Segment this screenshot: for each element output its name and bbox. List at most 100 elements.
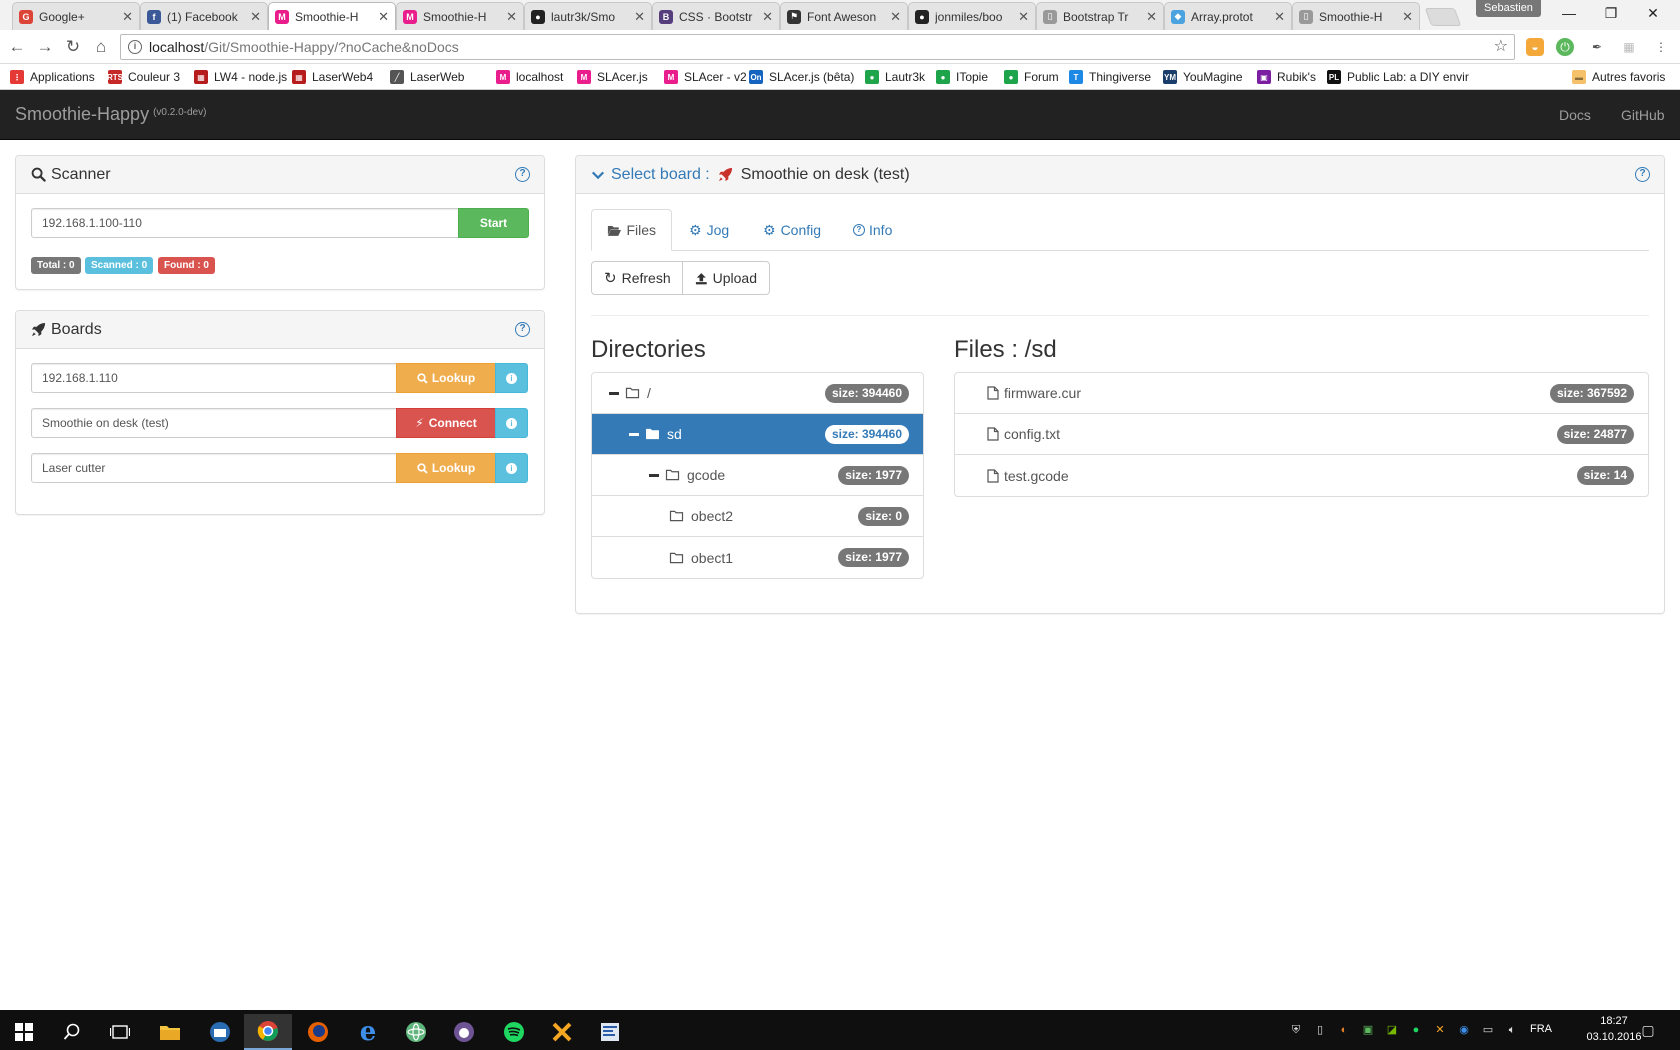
app-github-desktop-icon[interactable] [440,1014,488,1050]
bookmark-item[interactable]: ● ITopie [936,68,988,86]
close-tab-icon[interactable]: ✕ [1018,9,1029,25]
browser-tab[interactable]: B CSS · Bootstr ✕ [652,2,780,30]
browser-tab[interactable]: f (1) Facebook ✕ [140,2,268,30]
file-explorer-icon[interactable] [146,1014,194,1050]
bookmark-star-icon[interactable]: ☆ [1494,35,1508,59]
browser-tab[interactable]: ▯ Bootstrap Tr ✕ [1036,2,1164,30]
close-tab-icon[interactable]: ✕ [250,9,261,25]
app-atom-icon[interactable] [392,1014,440,1050]
directory-item[interactable]: gcode size: 1977 [592,455,923,496]
file-item[interactable]: firmware.cur size: 367592 [955,373,1648,414]
bookmark-item[interactable]: On SLAcer.js (bêta) [749,68,854,86]
nav-github-link[interactable]: GitHub [1621,107,1665,123]
app-spotify-icon[interactable] [490,1014,538,1050]
board-address-input[interactable] [31,453,397,483]
tray-app-icon[interactable]: ▣ [1360,1022,1376,1038]
new-tab-button[interactable] [1424,8,1462,26]
board-lookup-button[interactable]: Lookup [396,363,496,393]
close-tab-icon[interactable]: ✕ [1274,9,1285,25]
task-view-icon[interactable] [96,1014,144,1050]
home-icon[interactable]: ⌂ [90,36,112,58]
tray-network-icon[interactable]: ▭ [1480,1022,1496,1038]
tab-files[interactable]: Files [591,209,672,251]
bookmark-item[interactable]: YM YouMagine [1163,68,1243,86]
app-chrome-icon[interactable] [244,1014,292,1050]
close-tab-icon[interactable]: ✕ [890,9,901,25]
bookmark-item[interactable]: ⋮ Applications [10,68,95,86]
extension-eyedropper-icon[interactable]: ✒ [1588,38,1606,56]
back-icon[interactable]: ← [6,36,28,58]
notifications-icon[interactable]: ▢ [1640,1022,1656,1038]
bookmark-item[interactable]: ▦ LaserWeb4 [292,68,373,86]
collapse-icon[interactable] [649,473,659,477]
brand[interactable]: Smoothie-Happy (v0.2.0-dev) [15,104,206,125]
upload-button[interactable]: Upload [682,261,770,295]
scanner-start-button[interactable]: Start [458,208,529,238]
bookmark-item[interactable]: ▣ Rubik's [1257,68,1316,86]
tray-spotify-icon[interactable]: ● [1408,1022,1424,1038]
other-bookmarks[interactable]: ▬ Autres favoris [1572,68,1665,86]
close-tab-icon[interactable]: ✕ [378,9,389,25]
url-input[interactable]: i localhost/Git/Smoothie-Happy/?noCache&… [120,34,1515,60]
close-window-icon[interactable]: ✕ [1630,2,1676,24]
directory-item[interactable]: obect1 size: 1977 [592,537,923,578]
browser-tab[interactable]: ● lautr3k/Smo ✕ [524,2,652,30]
bookmark-item[interactable]: M SLAcer.js [577,68,648,86]
bookmark-item[interactable]: ● Lautr3k [865,68,925,86]
close-tab-icon[interactable]: ✕ [762,9,773,25]
bookmark-item[interactable]: PL Public Lab: a DIY envir [1327,68,1469,86]
board-address-input[interactable] [31,363,397,393]
refresh-button[interactable]: ↻ Refresh [591,261,683,295]
tray-chat-icon[interactable]: ✕ [1432,1022,1448,1038]
extension-power-icon[interactable]: ⏻ [1556,38,1574,56]
tray-shield-icon[interactable]: ⛨ [1288,1022,1304,1038]
extension-grid-icon[interactable]: ▦ [1620,38,1638,56]
collapse-icon[interactable] [609,391,619,395]
close-tab-icon[interactable]: ✕ [1402,9,1413,25]
boards-help-icon[interactable]: ? [515,322,530,337]
bookmark-item[interactable]: ╱ LaserWeb [390,68,464,86]
extension-bowl-icon[interactable]: ◒ [1526,38,1544,56]
nav-docs-link[interactable]: Docs [1559,107,1591,123]
input-language[interactable]: FRA [1530,1023,1552,1035]
browser-tab[interactable]: ◆ Array.protot ✕ [1164,2,1292,30]
tray-volume-icon[interactable]: 🔈︎ [1504,1022,1520,1038]
file-item[interactable]: test.gcode size: 14 [955,455,1648,496]
directory-item[interactable]: sd size: 394460 [592,414,923,455]
tab-config[interactable]: ⚙ Config [748,209,836,251]
close-tab-icon[interactable]: ✕ [506,9,517,25]
chevron-down-icon[interactable] [591,168,605,182]
close-tab-icon[interactable]: ✕ [122,9,133,25]
bookmark-item[interactable]: RTS Couleur 3 [107,68,180,86]
app-thunderbird-icon[interactable] [196,1014,244,1050]
bookmark-item[interactable]: T Thingiverse [1069,68,1151,86]
page-info-icon[interactable]: i [128,40,142,54]
app-chat-icon[interactable] [538,1014,586,1050]
forward-icon[interactable]: → [34,36,56,58]
board-info-button[interactable]: i [495,363,528,393]
close-tab-icon[interactable]: ✕ [1146,9,1157,25]
board-address-input[interactable] [31,408,397,438]
browser-tab[interactable]: M Smoothie-H ✕ [396,2,524,30]
minimize-icon[interactable]: — [1546,2,1592,24]
tab-info[interactable]: ? Info [838,209,907,251]
browser-menu-icon[interactable]: ⋮ [1652,38,1670,56]
browser-tab[interactable]: M Smoothie-H ✕ [268,2,396,30]
bookmark-item[interactable]: M SLAcer - v2 [664,68,747,86]
scanner-range-input[interactable] [31,208,459,238]
tray-network-monitor-icon[interactable]: ◉ [1456,1022,1472,1038]
tray-usb-icon[interactable]: ▯ [1312,1022,1328,1038]
app-firefox-icon[interactable] [294,1014,342,1050]
close-tab-icon[interactable]: ✕ [634,9,645,25]
bookmark-item[interactable]: ● Forum [1004,68,1059,86]
board-connect-button[interactable]: ⚡ Connect [396,408,496,438]
profile-button[interactable]: Sebastien [1476,0,1541,17]
select-board-label[interactable]: Select board : [611,166,710,184]
bookmark-item[interactable]: ▦ LW4 - node.js [194,68,287,86]
maximize-icon[interactable]: ❐ [1588,2,1634,24]
collapse-icon[interactable] [629,432,639,436]
file-item[interactable]: config.txt size: 24877 [955,414,1648,455]
reload-icon[interactable]: ↻ [62,36,84,58]
app-internet-explorer-icon[interactable]: e [344,1014,392,1050]
board-lookup-button[interactable]: Lookup [396,453,496,483]
